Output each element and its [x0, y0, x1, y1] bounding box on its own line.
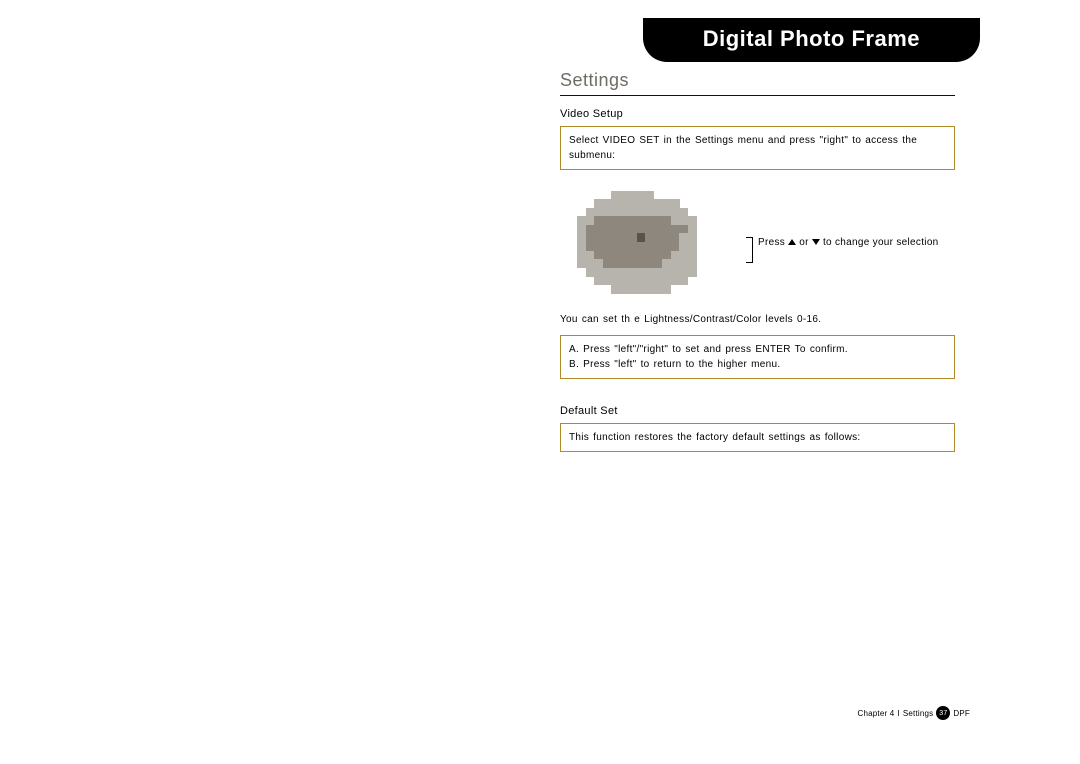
- down-arrow-icon: [812, 239, 820, 245]
- section-title: Settings: [560, 70, 955, 91]
- callout-pre: Press: [758, 237, 785, 248]
- pixelated-illustration: [560, 182, 730, 302]
- callout-bracket-icon: [742, 237, 753, 263]
- levels-text: You can set th e Lightness/Contrast/Colo…: [560, 314, 955, 325]
- footer-chapter: Chapter 4: [858, 709, 895, 718]
- callout-mid: or: [799, 237, 809, 248]
- default-set-box: This function restores the factory defau…: [560, 423, 955, 452]
- footer-sep: I: [897, 709, 899, 718]
- default-set-text: This function restores the factory defau…: [569, 432, 860, 443]
- video-setup-box: Select VIDEO SET in the Settings menu an…: [560, 126, 955, 170]
- callout: Press or to change your selection: [742, 235, 939, 250]
- instruction-line-b: B. Press "left" to return to the higher …: [569, 357, 946, 372]
- manual-page: Digital Photo Frame Settings Video Setup…: [0, 0, 1080, 764]
- spacer: [560, 391, 955, 405]
- content-column: Settings Video Setup Select VIDEO SET in…: [560, 70, 955, 464]
- footer-suffix: DPF: [953, 709, 970, 718]
- divider: [560, 95, 955, 96]
- header-tab: Digital Photo Frame: [643, 18, 980, 62]
- footer-section: Settings: [903, 709, 934, 718]
- instructions-box: A. Press "left"/"right" to set and press…: [560, 335, 955, 379]
- header-title: Digital Photo Frame: [703, 26, 920, 51]
- page-number-badge: 37: [936, 706, 950, 720]
- instruction-line-a: A. Press "left"/"right" to set and press…: [569, 342, 946, 357]
- video-setup-heading: Video Setup: [560, 108, 955, 120]
- callout-post: to change your selection: [823, 237, 939, 248]
- default-set-heading: Default Set: [560, 405, 955, 417]
- up-arrow-icon: [788, 239, 796, 245]
- illustration-row: Press or to change your selection: [560, 182, 955, 302]
- page-footer: Chapter 4 I Settings 37 DPF: [858, 706, 971, 720]
- video-setup-text: Select VIDEO SET in the Settings menu an…: [569, 135, 917, 161]
